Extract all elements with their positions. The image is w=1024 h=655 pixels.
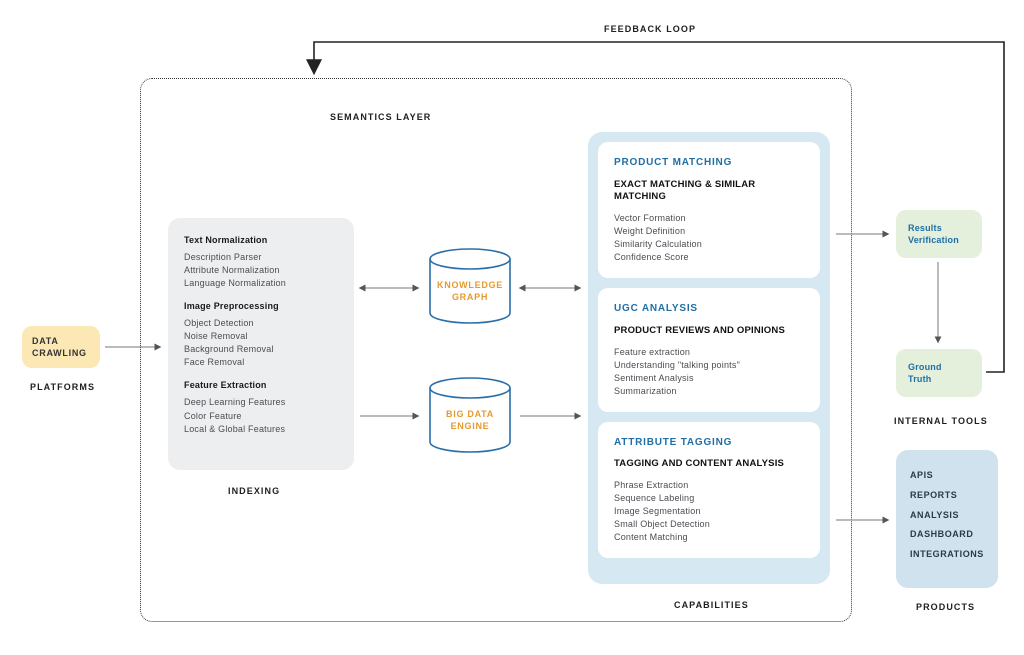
pm-i1: Weight Definition xyxy=(614,225,804,238)
ground-l2: Truth xyxy=(908,374,932,384)
ugc-i2: Sentiment Analysis xyxy=(614,372,804,385)
at-title: ATTRIBUTE TAGGING xyxy=(614,436,804,451)
ugc-i0: Feature extraction xyxy=(614,346,804,359)
ugc-i3: Summarization xyxy=(614,385,804,398)
ugc-sub: PRODUCT REVIEWS AND OPINIONS xyxy=(614,325,804,338)
indexing-h3-i0: Deep Learning Features xyxy=(184,396,338,409)
knowledge-graph-cylinder: KNOWLEDGE GRAPH xyxy=(426,247,514,325)
capability-ugc-analysis: UGC ANALYSIS PRODUCT REVIEWS AND OPINION… xyxy=(598,288,820,412)
capability-product-matching: PRODUCT MATCHING EXACT MATCHING & SIMILA… xyxy=(598,142,820,278)
products-i1: REPORTS xyxy=(910,486,984,506)
indexing-h1-i2: Language Normalization xyxy=(184,277,338,290)
at-i2: Image Segmentation xyxy=(614,505,804,518)
data-crawling-box: DATA CRAWLING xyxy=(22,326,100,368)
pm-i3: Confidence Score xyxy=(614,251,804,264)
data-crawling-l1: DATA xyxy=(32,336,59,346)
products-i2: ANALYSIS xyxy=(910,506,984,526)
capabilities-container: PRODUCT MATCHING EXACT MATCHING & SIMILA… xyxy=(588,132,830,584)
results-l1: Results xyxy=(908,223,942,233)
pm-i2: Similarity Calculation xyxy=(614,238,804,251)
indexing-h1: Text Normalization xyxy=(184,234,338,247)
bd-l1: BIG DATA xyxy=(446,409,494,419)
indexing-h2-i3: Face Removal xyxy=(184,356,338,369)
results-verification-box: Results Verification xyxy=(896,210,982,258)
at-sub: TAGGING AND CONTENT ANALYSIS xyxy=(614,458,804,471)
products-box: APIS REPORTS ANALYSIS DASHBOARD INTEGRAT… xyxy=(896,450,998,588)
at-i1: Sequence Labeling xyxy=(614,492,804,505)
pm-title: PRODUCT MATCHING xyxy=(614,156,804,171)
bd-l2: ENGINE xyxy=(451,421,490,431)
pm-i0: Vector Formation xyxy=(614,212,804,225)
results-l2: Verification xyxy=(908,235,959,245)
kg-l2: GRAPH xyxy=(452,292,488,302)
ground-l1: Ground xyxy=(908,362,942,372)
feedback-loop-label: FEEDBACK LOOP xyxy=(604,24,696,34)
data-crawling-l2: CRAWLING xyxy=(32,348,87,358)
indexing-h2-i2: Background Removal xyxy=(184,343,338,356)
products-label: PRODUCTS xyxy=(916,602,975,612)
indexing-h2: Image Preprocessing xyxy=(184,300,338,313)
products-i4: INTEGRATIONS xyxy=(910,545,984,565)
indexing-h3-i2: Local & Global Features xyxy=(184,423,338,436)
indexing-h1-i1: Attribute Normalization xyxy=(184,264,338,277)
products-i3: DASHBOARD xyxy=(910,525,984,545)
at-i4: Content Matching xyxy=(614,531,804,544)
kg-l1: KNOWLEDGE xyxy=(437,280,503,290)
products-i0: APIS xyxy=(910,466,984,486)
indexing-h3: Feature Extraction xyxy=(184,379,338,392)
indexing-h2-i0: Object Detection xyxy=(184,317,338,330)
ugc-title: UGC ANALYSIS xyxy=(614,302,804,317)
at-i3: Small Object Detection xyxy=(614,518,804,531)
pm-sub: EXACT MATCHING & SIMILAR MATCHING xyxy=(614,179,804,205)
ground-truth-box: Ground Truth xyxy=(896,349,982,397)
at-i0: Phrase Extraction xyxy=(614,479,804,492)
indexing-h2-i1: Noise Removal xyxy=(184,330,338,343)
indexing-h1-i0: Description Parser xyxy=(184,251,338,264)
capability-attribute-tagging: ATTRIBUTE TAGGING TAGGING AND CONTENT AN… xyxy=(598,422,820,559)
platforms-label: PLATFORMS xyxy=(30,382,95,392)
big-data-engine-cylinder: BIG DATA ENGINE xyxy=(426,376,514,454)
indexing-panel: Text Normalization Description Parser At… xyxy=(168,218,354,470)
internal-tools-label: INTERNAL TOOLS xyxy=(894,416,988,426)
indexing-h3-i1: Color Feature xyxy=(184,410,338,423)
ugc-i1: Understanding "talking points" xyxy=(614,359,804,372)
